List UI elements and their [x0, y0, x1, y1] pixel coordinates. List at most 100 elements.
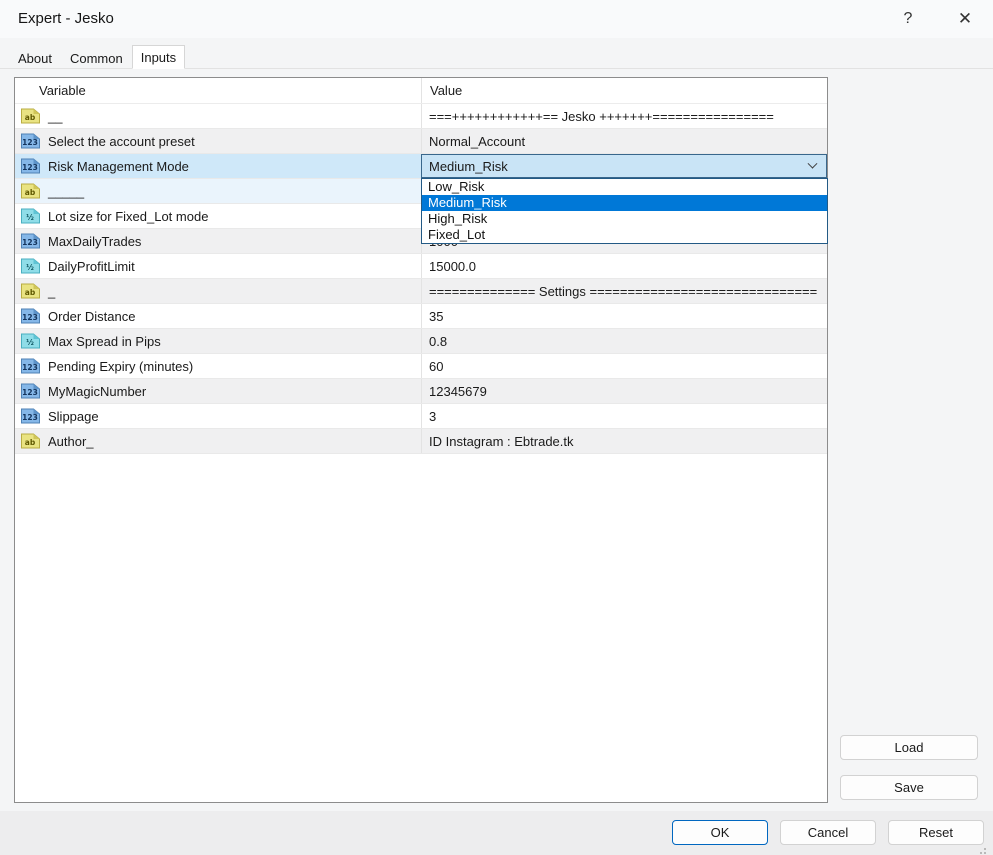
chevron-down-icon	[808, 158, 818, 168]
save-button[interactable]: Save	[840, 775, 978, 800]
value-cell[interactable]: 35	[421, 304, 827, 328]
integer-type-icon: 123	[21, 383, 40, 399]
variable-cell: ½ DailyProfitLimit	[15, 254, 421, 278]
variable-label: Lot size for Fixed_Lot mode	[48, 209, 208, 224]
help-icon: ?	[904, 10, 913, 28]
help-button[interactable]: ?	[892, 4, 924, 34]
column-header-value[interactable]: Value	[421, 78, 827, 103]
variable-label: Slippage	[48, 409, 99, 424]
variable-cell: ab __	[15, 104, 421, 128]
table-row-selected[interactable]: 123 Risk Management Mode Medium_Risk	[15, 154, 827, 179]
table-row[interactable]: ab __ ===++++++++++++== Jesko +++++++===…	[15, 104, 827, 129]
variable-label: DailyProfitLimit	[48, 259, 135, 274]
variable-label: MyMagicNumber	[48, 384, 146, 399]
value-cell[interactable]: ID Instagram : Ebtrade.tk	[421, 429, 827, 453]
variable-label: Select the account preset	[48, 134, 195, 149]
value-cell[interactable]: 15000.0	[421, 254, 827, 278]
variable-cell: ½ Max Spread in Pips	[15, 329, 421, 353]
resize-grip[interactable]	[976, 848, 978, 850]
svg-text:123: 123	[22, 238, 38, 247]
variable-label: MaxDailyTrades	[48, 234, 141, 249]
variable-label: Max Spread in Pips	[48, 334, 161, 349]
integer-type-icon: 123	[21, 133, 40, 149]
dropdown-option[interactable]: Fixed_Lot	[422, 227, 827, 243]
dropdown-option-selected[interactable]: Medium_Risk	[422, 195, 827, 211]
variable-cell: ab _	[15, 279, 421, 303]
tab-about[interactable]: About	[9, 48, 61, 69]
variable-cell: 123 Pending Expiry (minutes)	[15, 354, 421, 378]
tab-inputs[interactable]: Inputs	[132, 45, 185, 69]
table-row[interactable]: ½ DailyProfitLimit 15000.0	[15, 254, 827, 279]
svg-text:123: 123	[22, 138, 38, 147]
dropdown-option[interactable]: High_Risk	[422, 211, 827, 227]
value-cell[interactable]: 12345679	[421, 379, 827, 403]
string-type-icon: ab	[21, 183, 40, 199]
integer-type-icon: 123	[21, 233, 40, 249]
variable-label: Pending Expiry (minutes)	[48, 359, 193, 374]
integer-type-icon: 123	[21, 358, 40, 374]
svg-text:½: ½	[26, 263, 34, 272]
combobox-value: Medium_Risk	[429, 159, 508, 174]
close-icon: ✕	[958, 9, 972, 29]
table-row[interactable]: 123 Select the account preset Normal_Acc…	[15, 129, 827, 154]
tabstrip: About Common Inputs	[9, 45, 185, 69]
variable-label: _	[48, 284, 55, 299]
value-cell[interactable]: 3	[421, 404, 827, 428]
value-cell[interactable]: ============== Settings ================…	[421, 279, 827, 303]
variable-cell: ab _____	[15, 179, 421, 203]
variable-label: _____	[48, 184, 84, 199]
svg-text:ab: ab	[25, 113, 36, 122]
dropdown-option[interactable]: Low_Risk	[422, 179, 827, 195]
table-header: Variable Value	[15, 78, 827, 104]
svg-text:123: 123	[22, 363, 38, 372]
double-type-icon: ½	[21, 258, 40, 274]
value-cell[interactable]: 0.8	[421, 329, 827, 353]
variable-cell: 123 Risk Management Mode	[15, 154, 421, 178]
svg-text:ab: ab	[25, 288, 36, 297]
table-row[interactable]: 123 MyMagicNumber 12345679	[15, 379, 827, 404]
svg-text:123: 123	[22, 388, 38, 397]
svg-text:ab: ab	[25, 438, 36, 447]
close-button[interactable]: ✕	[949, 4, 981, 34]
variable-cell: 123 Order Distance	[15, 304, 421, 328]
titlebar[interactable]: Expert - Jesko ? ✕	[0, 0, 993, 38]
risk-mode-combobox[interactable]: Medium_Risk	[421, 154, 827, 178]
variable-label: Order Distance	[48, 309, 135, 324]
expert-properties-dialog: Expert - Jesko ? ✕ About Common Inputs V…	[0, 0, 993, 855]
string-type-icon: ab	[21, 433, 40, 449]
svg-text:½: ½	[26, 338, 34, 347]
table-row[interactable]: 123 Slippage 3	[15, 404, 827, 429]
variable-cell: ½ Lot size for Fixed_Lot mode	[15, 204, 421, 228]
table-row[interactable]: ab Author_ ID Instagram : Ebtrade.tk	[15, 429, 827, 454]
ok-button[interactable]: OK	[672, 820, 768, 845]
svg-text:123: 123	[22, 313, 38, 322]
tab-common[interactable]: Common	[61, 48, 132, 69]
column-header-variable[interactable]: Variable	[15, 78, 421, 103]
double-type-icon: ½	[21, 333, 40, 349]
dropdown-popup: Low_Risk Medium_Risk High_Risk Fixed_Lot	[421, 178, 828, 244]
variable-cell: 123 MaxDailyTrades	[15, 229, 421, 253]
value-cell[interactable]: ===++++++++++++== Jesko +++++++=========…	[421, 104, 827, 128]
variable-cell: ab Author_	[15, 429, 421, 453]
table-row[interactable]: ½ Max Spread in Pips 0.8	[15, 329, 827, 354]
value-cell: Medium_Risk	[421, 154, 827, 178]
variable-cell: 123 MyMagicNumber	[15, 379, 421, 403]
variable-label: Risk Management Mode	[48, 159, 189, 174]
reset-button[interactable]: Reset	[888, 820, 984, 845]
table-row[interactable]: ab _ ============== Settings ===========…	[15, 279, 827, 304]
string-type-icon: ab	[21, 283, 40, 299]
table-row[interactable]: 123 Order Distance 35	[15, 304, 827, 329]
window-title: Expert - Jesko	[18, 0, 114, 38]
table-row[interactable]: 123 Pending Expiry (minutes) 60	[15, 354, 827, 379]
integer-type-icon: 123	[21, 308, 40, 324]
string-type-icon: ab	[21, 108, 40, 124]
svg-text:ab: ab	[25, 188, 36, 197]
svg-text:123: 123	[22, 413, 38, 422]
variable-cell: 123 Select the account preset	[15, 129, 421, 153]
value-cell[interactable]: Normal_Account	[421, 129, 827, 153]
svg-text:½: ½	[26, 213, 34, 222]
value-cell[interactable]: 60	[421, 354, 827, 378]
cancel-button[interactable]: Cancel	[780, 820, 876, 845]
integer-type-icon: 123	[21, 158, 40, 174]
load-button[interactable]: Load	[840, 735, 978, 760]
